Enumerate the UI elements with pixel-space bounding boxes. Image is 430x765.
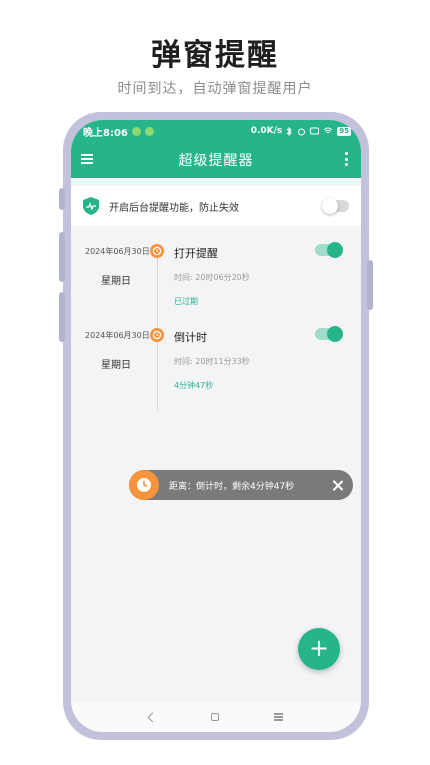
phone-side-button	[367, 260, 373, 310]
phone-side-button	[59, 292, 65, 342]
system-nav-bar	[71, 702, 361, 732]
network-speed: 0.0K/s	[250, 126, 283, 136]
phone-side-button	[59, 188, 65, 210]
reminder-item[interactable]: 2024年06月30日 星期日 打开提醒 时间: 20时06分20秒 已过期	[71, 242, 361, 326]
back-icon[interactable]	[147, 712, 158, 722]
reminder-date: 2024年06月30日	[85, 331, 150, 340]
background-reminder-banner: 开启后台提醒功能，防止失效	[71, 186, 361, 226]
shield-icon	[83, 197, 99, 215]
phone-frame: 晚上8:06 0.0K/s 95 超级提醒器 开启后台提醒功能，防止失效 202…	[59, 112, 373, 740]
alarm-clock-icon	[129, 470, 159, 500]
reminder-date: 2024年06月30日	[85, 247, 150, 256]
banner-text: 开启后台提醒功能，防止失效	[109, 202, 239, 214]
reminder-time: 时间: 20时06分20秒	[174, 273, 250, 282]
app-title: 超级提醒器	[178, 153, 254, 169]
status-right: 0.0K/s 95	[251, 126, 351, 136]
wifi-icon	[323, 127, 333, 134]
reminder-toggle[interactable]	[315, 242, 343, 258]
reminder-time: 时间: 20时11分33秒	[174, 357, 250, 366]
add-reminder-button[interactable]: +	[298, 628, 340, 670]
reminder-toggle[interactable]	[315, 326, 343, 342]
signal-icon	[310, 127, 320, 135]
close-icon[interactable]	[332, 480, 343, 491]
phone-screen: 晚上8:06 0.0K/s 95 超级提醒器 开启后台提醒功能，防止失效 202…	[71, 120, 361, 732]
status-time: 晚上8:06	[83, 127, 128, 139]
status-bar: 晚上8:06 0.0K/s 95	[71, 120, 361, 142]
reminder-name: 打开提醒	[174, 247, 218, 260]
clock-icon	[150, 328, 164, 342]
reminder-countdown: 4分钟47秒	[174, 381, 214, 390]
reminder-weekday: 星期日	[101, 276, 131, 287]
notification-dot-icon	[131, 126, 141, 136]
promo-title: 弹窗提醒	[151, 38, 279, 73]
home-icon[interactable]	[210, 713, 219, 721]
bluetooth-icon	[286, 126, 292, 136]
promo-subtitle: 时间到达，自动弹窗提醒用户	[117, 81, 313, 97]
phone-side-button	[59, 232, 65, 282]
clock-icon	[150, 244, 164, 258]
notification-dot-icon	[144, 126, 154, 136]
recents-icon[interactable]	[274, 712, 284, 723]
alarm-icon	[298, 128, 306, 135]
reminder-status: 已过期	[174, 297, 198, 306]
battery-icon: 95	[337, 126, 351, 136]
background-reminder-toggle[interactable]	[322, 198, 349, 214]
app-bar: 超级提醒器	[71, 142, 361, 178]
reminder-toast: 距离：倒计时，剩余4分钟47秒	[129, 470, 353, 500]
more-vert-icon[interactable]	[345, 152, 349, 166]
toast-text: 距离：倒计时，剩余4分钟47秒	[169, 481, 295, 492]
reminder-name: 倒计时	[174, 331, 207, 344]
reminder-item[interactable]: 2024年06月30日 星期日 倒计时 时间: 20时11分33秒 4分钟47秒	[71, 326, 361, 410]
reminder-weekday: 星期日	[101, 360, 131, 371]
menu-icon[interactable]	[81, 154, 93, 164]
